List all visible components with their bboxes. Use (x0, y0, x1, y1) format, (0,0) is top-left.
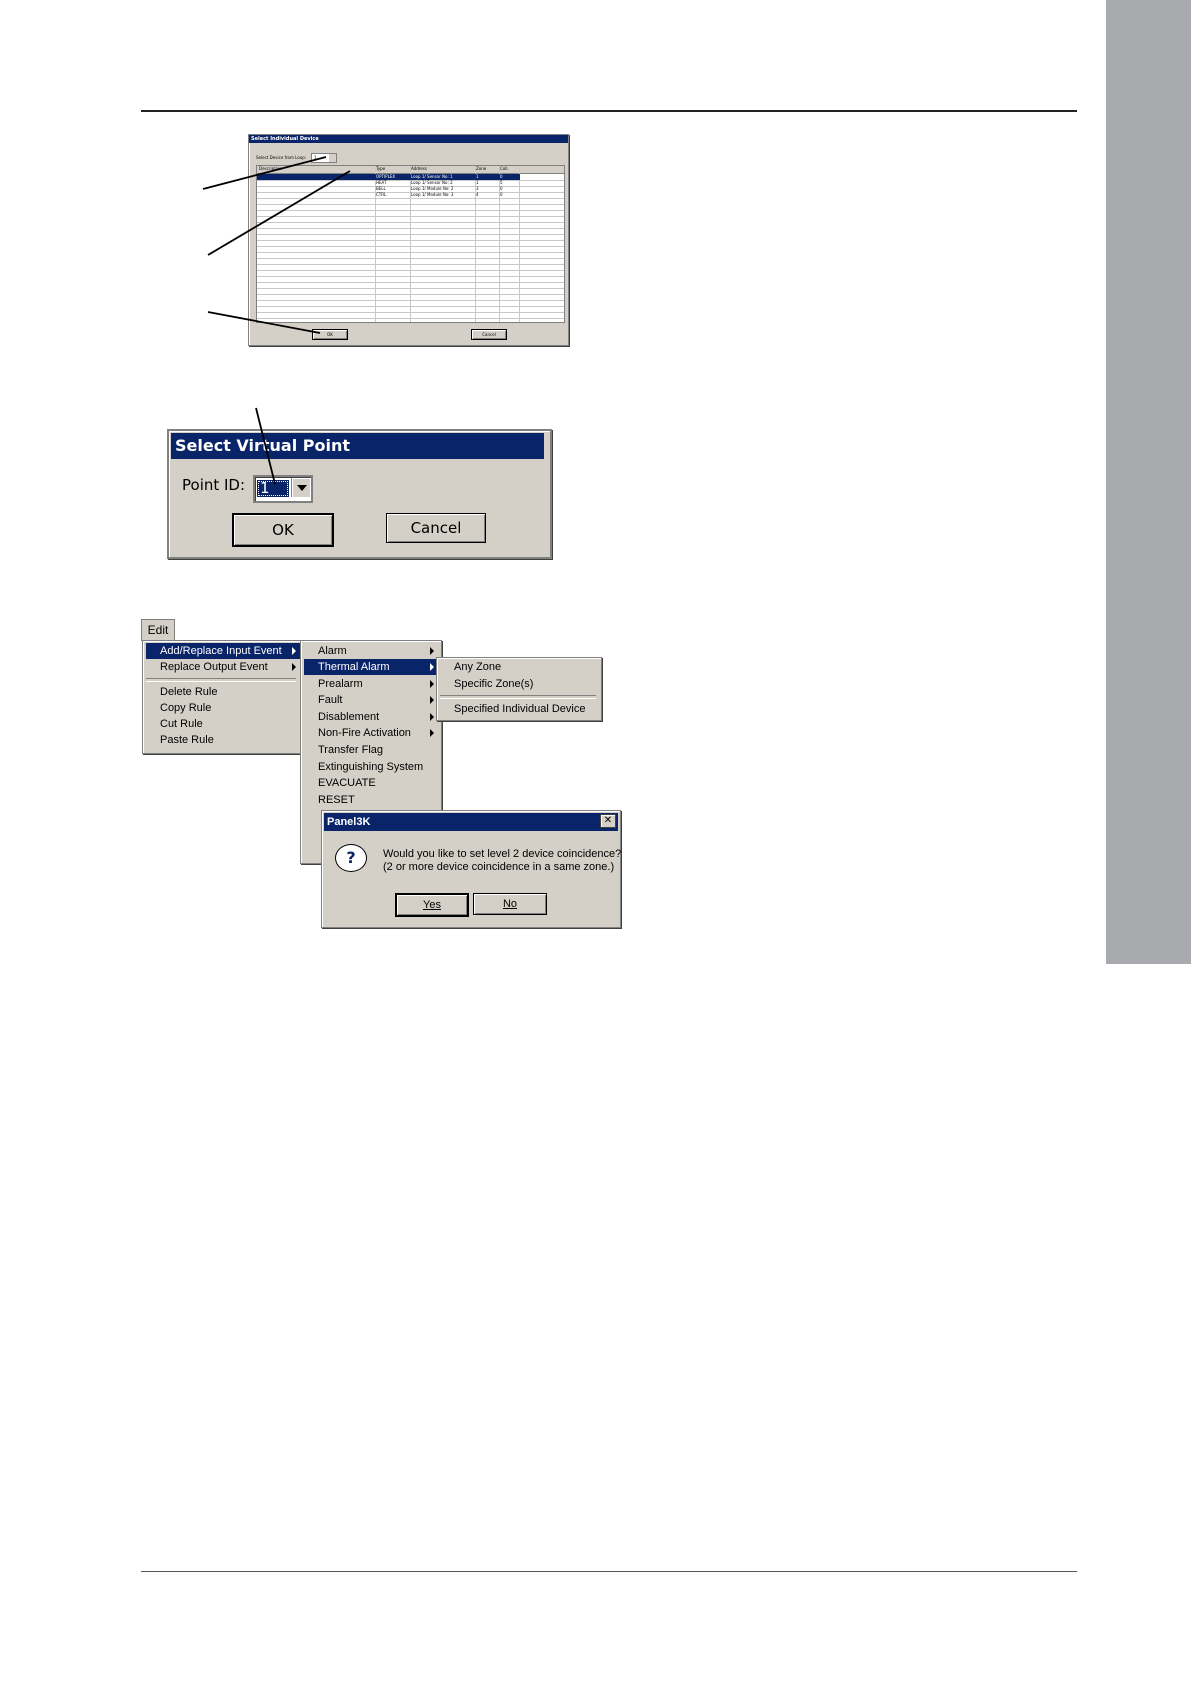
menu-edit[interactable]: Edit (141, 619, 175, 641)
yes-button[interactable]: Yes (395, 893, 469, 917)
point-id-label: Point ID: (182, 476, 246, 494)
menu-item-label: Copy Rule (160, 702, 212, 714)
table-cell-coll: 0 (500, 192, 503, 197)
menu-item-label: Fault (318, 694, 343, 706)
menu-item-label: Specific Zone(s) (454, 678, 534, 690)
message-line-1: Would you like to set level 2 device coi… (383, 848, 622, 860)
question-icon: ? (335, 844, 367, 872)
table-row[interactable]: CTRL Loop 1/ Module No: 3 4 0 (257, 192, 564, 198)
menu-item[interactable]: Copy Rule (146, 700, 300, 716)
menu-item-label: Any Zone (454, 661, 502, 673)
select-individual-device-dialog: Select Individual Device Select Device f… (248, 134, 569, 346)
menu-item[interactable]: Delete Rule (146, 684, 300, 700)
chevron-right-icon (430, 663, 434, 671)
column-header[interactable]: Type (376, 166, 385, 172)
menu-item[interactable]: Any Zone (440, 659, 598, 675)
thermal-alarm-submenu: Any Zone Specific Zone(s) Specified Indivi… (436, 657, 602, 721)
menu-item-label: EVACUATE (318, 777, 376, 789)
chevron-right-icon (292, 647, 296, 655)
menu-item-label: Paste Rule (160, 734, 214, 746)
column-header[interactable]: Description (259, 166, 282, 172)
chevron-down-icon[interactable] (291, 478, 310, 497)
menu-item-label: Extinguishing System (318, 761, 424, 773)
loop-label: Select Device from Loop: (256, 155, 307, 160)
ok-button[interactable]: OK (312, 329, 348, 340)
menu-item-label: Thermal Alarm (318, 661, 390, 673)
ok-button[interactable]: OK (232, 513, 334, 547)
chevron-right-icon (430, 680, 434, 688)
chevron-down-icon[interactable] (329, 154, 336, 162)
dialog-title: Select Individual Device (249, 135, 568, 143)
menu-item[interactable]: Add/Replace Input Event (146, 643, 300, 659)
table-cell-zone: 4 (476, 192, 479, 197)
menu-item-label: Delete Rule (160, 686, 218, 698)
menu-item-label: Add/Replace Input Event (160, 645, 282, 657)
loop-select-value: 1 (314, 155, 317, 160)
menu-item[interactable]: Thermal Alarm (304, 659, 438, 675)
menu-item[interactable]: Extinguishing System (304, 759, 438, 775)
dialog-title: Panel3K (324, 813, 618, 831)
chevron-right-icon (430, 713, 434, 721)
menu-item[interactable]: Cut Rule (146, 716, 300, 732)
chevron-right-icon (292, 663, 296, 671)
cancel-button[interactable]: Cancel (471, 329, 507, 340)
menu-item[interactable]: Alarm (304, 643, 438, 659)
menu-item-label: Specified Individual Device (454, 703, 586, 715)
close-icon[interactable]: ✕ (600, 814, 616, 828)
menu-item[interactable]: Transfer Flag (304, 742, 438, 758)
menu-item[interactable]: Specific Zone(s) (440, 676, 598, 692)
menu-item-label: Cut Rule (160, 718, 203, 730)
point-id-select[interactable]: 1 (253, 475, 313, 503)
loop-select[interactable]: 1 (311, 153, 337, 163)
menu-item[interactable]: Non-Fire Activation (304, 725, 438, 741)
device-table: Description Type Address Zone Coll. OPTI… (256, 165, 565, 323)
section-tab (1106, 0, 1191, 964)
message-line-2: (2 or more device coincidence in a same … (383, 861, 615, 873)
menu-item-label: Transfer Flag (318, 744, 384, 756)
menu-item-label: Replace Output Event (160, 661, 268, 673)
menu-item-label: Alarm (318, 645, 347, 657)
point-id-value[interactable]: 1 (257, 480, 289, 497)
menu-item[interactable]: Specified Individual Device (440, 701, 598, 717)
column-header[interactable]: Coll. (500, 166, 509, 172)
dialog-title: Select Virtual Point (171, 433, 544, 459)
menu-separator (146, 678, 296, 682)
chevron-right-icon (430, 696, 434, 704)
menu-item-label: Prealarm (318, 678, 363, 690)
menu-item[interactable]: RESET (304, 792, 438, 808)
select-virtual-point-dialog: Select Virtual Point Point ID: 1 OK Canc… (167, 429, 552, 559)
menu-item-label: RESET (318, 794, 355, 806)
menu-item[interactable]: Prealarm (304, 676, 438, 692)
menu-item[interactable]: Disablement (304, 709, 438, 725)
column-header[interactable]: Address (411, 166, 427, 172)
menu-item[interactable]: Paste Rule (146, 732, 300, 748)
menu-item[interactable]: Replace Output Event (146, 659, 300, 675)
chevron-right-icon (430, 729, 434, 737)
table-cell-address: Loop 1/ Module No: 3 (411, 192, 454, 197)
edit-menu: Add/Replace Input Event Replace Output Ev… (142, 640, 304, 754)
dialog-title-text: Panel3K (327, 816, 371, 828)
no-button[interactable]: No (473, 893, 547, 915)
menu-separator (440, 695, 596, 699)
chevron-right-icon (430, 647, 434, 655)
menu-item-label: Non-Fire Activation (318, 727, 411, 739)
menu-item[interactable]: Fault (304, 692, 438, 708)
panel3k-dialog: Panel3K ✕ ? Would you like to set level … (321, 810, 621, 928)
column-header[interactable]: Zone (476, 166, 486, 172)
menu-item[interactable]: EVACUATE (304, 775, 438, 791)
cancel-button[interactable]: Cancel (386, 513, 486, 543)
footer-rule (141, 1571, 1077, 1572)
menu-item-label: Disablement (318, 711, 380, 723)
table-cell-type: CTRL (376, 192, 387, 197)
header-rule (141, 110, 1077, 112)
